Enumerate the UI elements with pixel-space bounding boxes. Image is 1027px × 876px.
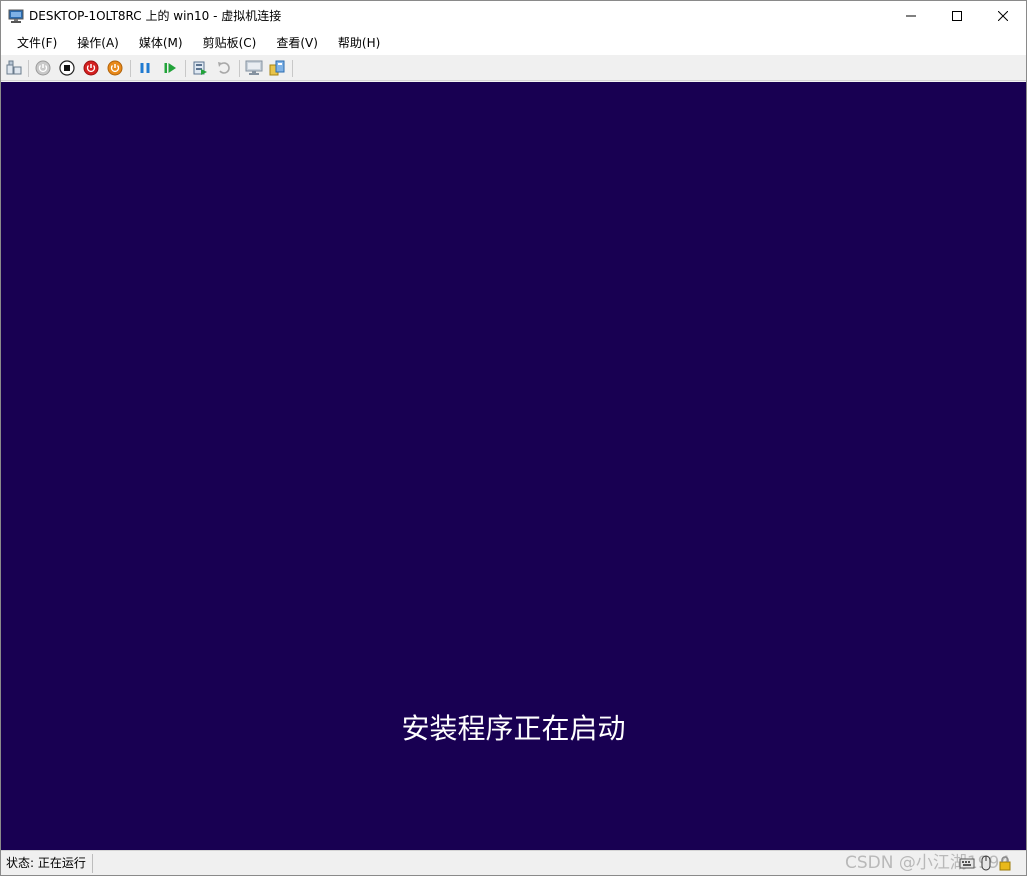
- status-bar: 状态: 正在运行 CSDN @小江湖1994: [1, 850, 1026, 875]
- resume-icon: [164, 63, 176, 73]
- maximize-button[interactable]: [934, 1, 980, 31]
- status-separator: [92, 854, 93, 873]
- toolbar-separator: [130, 60, 131, 77]
- pause-button[interactable]: [136, 59, 154, 77]
- lock-icon: [999, 856, 1011, 871]
- menu-action[interactable]: 操作(A): [69, 33, 127, 53]
- setup-starting-message: 安装程序正在启动: [401, 712, 626, 745]
- share-icon: [269, 60, 285, 76]
- menu-view[interactable]: 查看(V): [268, 33, 326, 53]
- status-icons: [959, 855, 1013, 871]
- revert-icon: [218, 62, 230, 74]
- toolbar-separator: [185, 60, 186, 77]
- close-button[interactable]: [980, 1, 1026, 31]
- menu-file[interactable]: 文件(F): [9, 33, 65, 53]
- menu-media[interactable]: 媒体(M): [131, 33, 191, 53]
- save-button[interactable]: [106, 59, 124, 77]
- shut-down-icon: [83, 60, 99, 76]
- ctrl-alt-del-button[interactable]: [5, 59, 23, 77]
- keyboard-icon: [959, 858, 975, 869]
- checkpoint-icon: [193, 61, 207, 75]
- toolbar-separator: [239, 60, 240, 77]
- ctrl-alt-del-icon: [6, 60, 22, 75]
- enhanced-session-button[interactable]: [245, 59, 263, 77]
- menu-clipboard[interactable]: 剪贴板(C): [195, 33, 265, 53]
- vm-status: 状态: 正在运行: [6, 856, 86, 870]
- vm-connection-window: DESKTOP-1OLT8RC 上的 win10 - 虚拟机连接 文件(F) 操…: [0, 0, 1027, 876]
- toolbar: [1, 55, 1026, 81]
- title-bar[interactable]: DESKTOP-1OLT8RC 上的 win10 - 虚拟机连接: [1, 1, 1026, 31]
- revert-button[interactable]: [215, 59, 233, 77]
- maximize-icon: [952, 11, 962, 21]
- start-button[interactable]: [34, 59, 52, 77]
- turn-off-button[interactable]: [58, 59, 76, 77]
- minimize-button[interactable]: [888, 1, 934, 31]
- checkpoint-button[interactable]: [191, 59, 209, 77]
- menu-bar: 文件(F) 操作(A) 媒体(M) 剪贴板(C) 查看(V) 帮助(H): [1, 31, 1026, 55]
- vm-connection-icon: [8, 8, 24, 24]
- window-title: DESKTOP-1OLT8RC 上的 win10 - 虚拟机连接: [29, 9, 282, 23]
- close-icon: [998, 11, 1008, 21]
- pause-icon: [140, 63, 150, 73]
- enhanced-session-icon: [245, 60, 263, 75]
- start-icon: [35, 60, 51, 76]
- resume-button[interactable]: [161, 59, 179, 77]
- mouse-icon: [981, 855, 991, 871]
- vm-display[interactable]: 安装程序正在启动: [1, 82, 1026, 850]
- toolbar-separator: [292, 60, 293, 77]
- save-icon: [107, 60, 123, 76]
- share-button[interactable]: [268, 59, 286, 77]
- minimize-icon: [906, 15, 916, 17]
- shut-down-button[interactable]: [82, 59, 100, 77]
- turn-off-icon: [59, 60, 75, 76]
- toolbar-separator: [28, 60, 29, 77]
- menu-help[interactable]: 帮助(H): [330, 33, 388, 53]
